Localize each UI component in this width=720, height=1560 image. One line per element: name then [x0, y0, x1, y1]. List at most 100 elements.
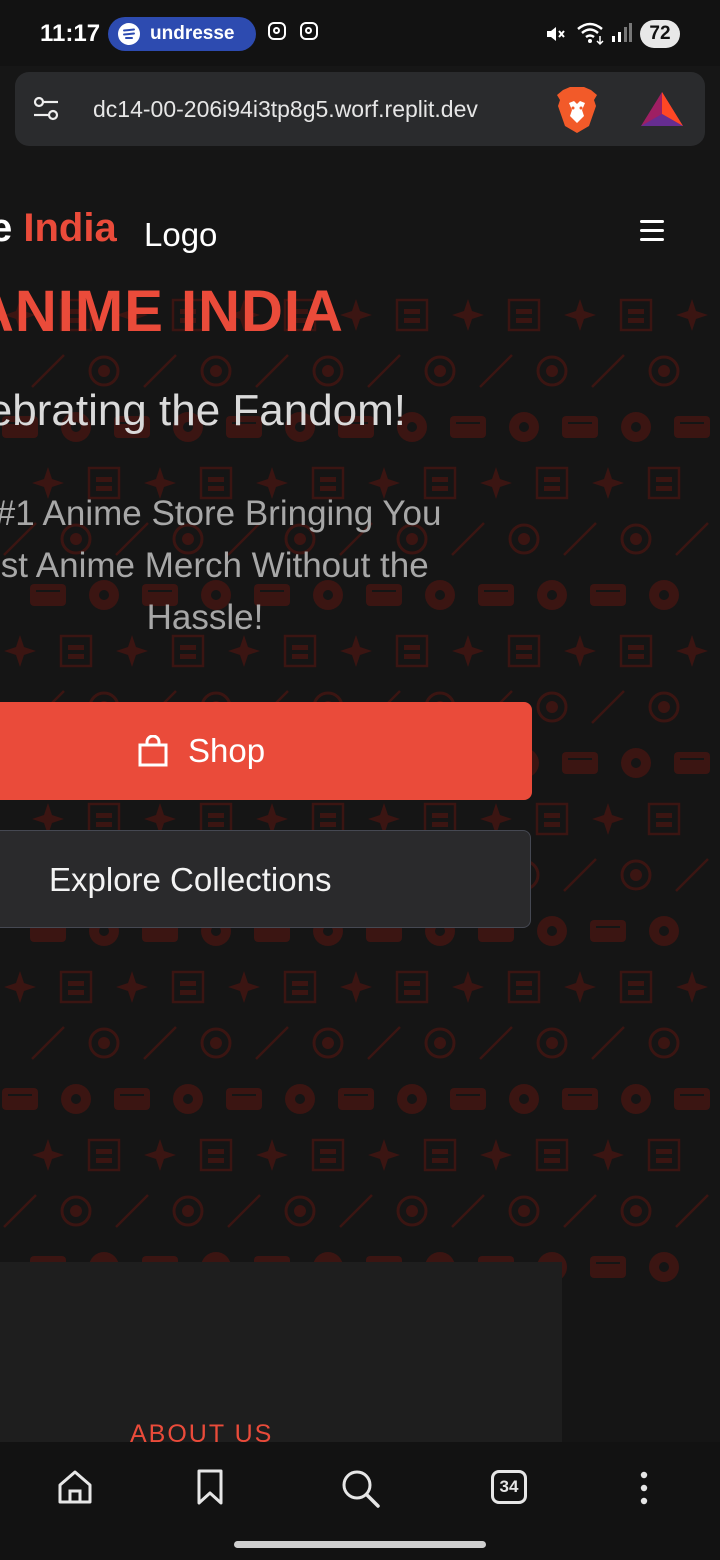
- pattern-glyph: [674, 752, 710, 774]
- search-icon[interactable]: [340, 1468, 382, 1510]
- shop-button-label: Shop: [188, 732, 266, 769]
- pattern-glyph: [479, 354, 513, 388]
- brand-logo-text[interactable]: Logo: [144, 216, 217, 254]
- pattern-glyph: [620, 523, 652, 555]
- pattern-glyph: [143, 1026, 177, 1060]
- mute-icon: [547, 27, 565, 41]
- pattern-glyph: [397, 1084, 427, 1114]
- pattern-glyph: [311, 1138, 345, 1172]
- site-header: e India Logo: [0, 150, 720, 295]
- pattern-glyph: [199, 1138, 233, 1172]
- pattern-glyph: [620, 1195, 652, 1227]
- brave-rewards-icon[interactable]: [639, 90, 685, 128]
- bookmark-icon[interactable]: [196, 1468, 224, 1506]
- pattern-glyph: [395, 970, 429, 1004]
- pattern-glyph: [647, 802, 681, 836]
- pattern-glyph: [368, 1139, 400, 1171]
- pattern-glyph: [591, 354, 625, 388]
- pattern-glyph: [2, 1088, 38, 1110]
- pattern-glyph: [563, 1194, 597, 1228]
- pattern-glyph: [509, 412, 539, 442]
- pattern-glyph: [144, 1139, 176, 1171]
- pattern-glyph: [228, 971, 260, 1003]
- hero-title: ANIME INDIA: [0, 279, 344, 344]
- pattern-glyph: [507, 298, 541, 332]
- pattern-glyph: [200, 1027, 232, 1059]
- pattern-glyph: [450, 1088, 486, 1110]
- pattern-glyph: [32, 1139, 64, 1171]
- pattern-glyph: [88, 355, 120, 387]
- pattern-glyph: [424, 355, 456, 387]
- pattern-glyph: [592, 1139, 624, 1171]
- pattern-glyph: [674, 1088, 710, 1110]
- pattern-glyph: [424, 1027, 456, 1059]
- pattern-glyph: [338, 1088, 374, 1110]
- pattern-glyph: [536, 1027, 568, 1059]
- battery-indicator: 72: [640, 20, 680, 48]
- home-icon[interactable]: [56, 1468, 94, 1506]
- pattern-glyph: [423, 1138, 457, 1172]
- shop-button[interactable]: Shop: [0, 702, 532, 800]
- pattern-glyph: [562, 416, 598, 438]
- pattern-glyph: [647, 1138, 681, 1172]
- brave-shields-icon[interactable]: [555, 86, 599, 134]
- about-us-heading[interactable]: ABOUT US: [130, 1420, 273, 1442]
- pattern-glyph: [59, 970, 93, 1004]
- pattern-glyph: [479, 1026, 513, 1060]
- pattern-glyph: [283, 970, 317, 1004]
- status-bar: 11:17 undresse 72: [0, 0, 720, 66]
- pattern-glyph: [31, 354, 65, 388]
- pattern-glyph: [61, 1084, 91, 1114]
- gesture-bar[interactable]: [234, 1541, 486, 1548]
- pattern-glyph: [171, 970, 205, 1004]
- pattern-glyph: [619, 970, 653, 1004]
- pattern-glyph: [367, 1026, 401, 1060]
- pattern-glyph: [312, 355, 344, 387]
- pattern-glyph: [285, 1084, 315, 1114]
- pattern-glyph: [591, 1026, 625, 1060]
- pattern-glyph: [536, 355, 568, 387]
- pattern-glyph: [592, 803, 624, 835]
- brand-name[interactable]: e India: [0, 206, 117, 251]
- pattern-glyph: [590, 584, 626, 606]
- explore-collections-button[interactable]: Explore Collections: [0, 830, 531, 928]
- pattern-glyph: [619, 298, 653, 332]
- pattern-glyph: [256, 1139, 288, 1171]
- pattern-glyph: [508, 1195, 540, 1227]
- pattern-glyph: [535, 1138, 569, 1172]
- site-settings-icon[interactable]: [31, 94, 61, 124]
- pattern-glyph: [396, 1195, 428, 1227]
- tabs-icon[interactable]: 34: [491, 1470, 527, 1504]
- more-icon[interactable]: [636, 1470, 652, 1506]
- pattern-glyph: [451, 1194, 485, 1228]
- brand-name-part1: e: [0, 206, 13, 250]
- media-chip[interactable]: undresse: [108, 17, 256, 51]
- pattern-glyph: [590, 920, 626, 942]
- pattern-glyph: [649, 916, 679, 946]
- pattern-glyph: [648, 1027, 680, 1059]
- pattern-glyph: [675, 1194, 709, 1228]
- pattern-glyph: [255, 1026, 289, 1060]
- pattern-glyph: [284, 1195, 316, 1227]
- pattern-glyph: [31, 1026, 65, 1060]
- media-title: undresse: [150, 23, 235, 44]
- pattern-glyph: [564, 635, 596, 667]
- instagram-icon: [300, 22, 318, 40]
- clock: 11:17: [40, 20, 101, 47]
- pattern-glyph: [676, 971, 708, 1003]
- pattern-glyph: [563, 522, 597, 556]
- pattern-glyph: [3, 1194, 37, 1228]
- pattern-glyph: [116, 971, 148, 1003]
- url-text[interactable]: dc14-00-206i94i3tp8g5.worf.replit.dev: [93, 96, 561, 123]
- pattern-glyph: [227, 1194, 261, 1228]
- pattern-glyph: [675, 522, 709, 556]
- pattern-glyph: [60, 1195, 92, 1227]
- hero-description-line: s #1 Anime Store Bringing You: [0, 494, 442, 533]
- pattern-glyph: [621, 748, 651, 778]
- pattern-glyph: [621, 1084, 651, 1114]
- hamburger-menu-icon[interactable]: [640, 220, 666, 242]
- address-bar[interactable]: dc14-00-206i94i3tp8g5.worf.replit.dev: [15, 72, 705, 146]
- wifi-icon: [577, 22, 604, 46]
- pattern-glyph: [88, 1027, 120, 1059]
- pattern-glyph: [562, 752, 598, 774]
